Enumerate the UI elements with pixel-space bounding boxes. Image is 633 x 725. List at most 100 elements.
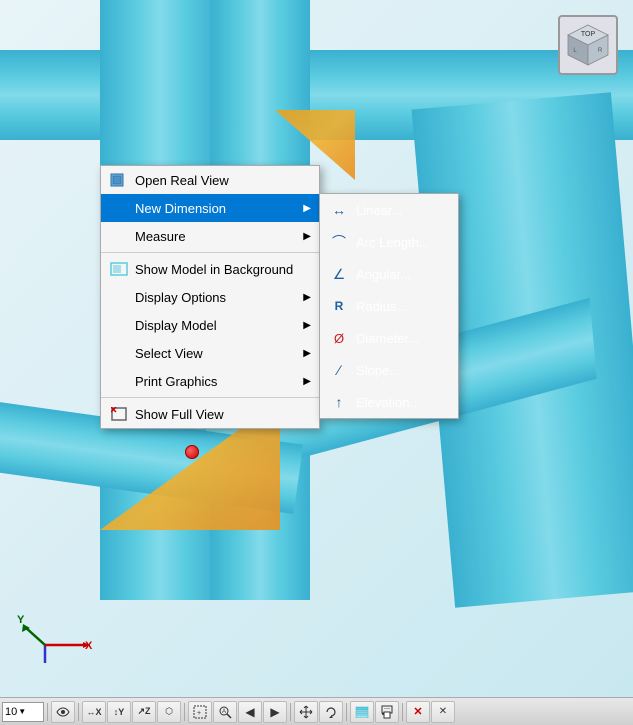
marker-1 (185, 445, 199, 459)
show-model-bg-icon (109, 259, 129, 279)
rotate-button[interactable] (319, 701, 343, 723)
zoom-next-button[interactable]: ▶ (263, 701, 287, 723)
context-menu: Open Real View New Dimension ▶ Linear...… (100, 165, 320, 429)
diameter-icon (328, 327, 350, 349)
zoom-box-icon: + (193, 705, 207, 719)
fit-z-icon: ↗Z (137, 706, 150, 717)
linear-icon (328, 199, 350, 221)
slope-label: Slope... (356, 363, 400, 378)
zoom-value: 10 (5, 706, 17, 718)
fit-y-button[interactable]: ↕Y (107, 701, 131, 723)
open-real-view-label: Open Real View (135, 173, 311, 188)
menu-item-measure[interactable]: Measure ▶ (101, 222, 319, 250)
print-graphics-icon (109, 371, 129, 391)
svg-text:+: + (197, 710, 201, 717)
sep-3 (184, 703, 185, 721)
new-dimension-label: New Dimension (135, 201, 295, 216)
display-model-icon (109, 315, 129, 335)
svg-text:A: A (222, 709, 226, 715)
menu-item-show-full-view[interactable]: Show Full View (101, 400, 319, 428)
close-y-icon: ✕ (439, 706, 447, 717)
angular-icon (328, 263, 350, 285)
linear-label: Linear... (356, 203, 402, 218)
zoom-all-icon: A (218, 705, 232, 719)
bottom-toolbar: 10 ▼ ↔X ↕Y ↗Z ⬡ + A ◀ (0, 697, 633, 725)
elevation-icon (328, 391, 350, 413)
zoom-prev-button[interactable]: ◀ (238, 701, 262, 723)
diameter-label: Diameter... (356, 331, 419, 346)
eye-icon (56, 707, 70, 717)
display-options-icon (109, 287, 129, 307)
eye-button[interactable] (51, 701, 75, 723)
orientation-cube[interactable]: TOP L R (558, 15, 618, 75)
menu-item-show-model-bg[interactable]: Show Model in Background (101, 255, 319, 283)
select-view-icon (109, 343, 129, 363)
zoom-box-button[interactable]: + (188, 701, 212, 723)
zoom-all-button[interactable]: A (213, 701, 237, 723)
new-dimension-icon (109, 198, 129, 218)
submenu-slope[interactable]: Slope... (320, 354, 458, 386)
radius-icon (328, 295, 350, 317)
submenu-linear[interactable]: Linear... (320, 194, 458, 226)
layer-icon (355, 706, 369, 718)
pan-button[interactable] (294, 701, 318, 723)
measure-label: Measure (135, 229, 295, 244)
elevation-label: Elevation... (356, 395, 420, 410)
svg-text:Z: Z (43, 664, 50, 665)
separator-1 (101, 252, 319, 253)
select-view-label: Select View (135, 346, 295, 361)
print-graphics-label: Print Graphics (135, 374, 295, 389)
open-real-view-icon (109, 170, 129, 190)
submenu-radius[interactable]: Radius... (320, 290, 458, 322)
display-model-label: Display Model (135, 318, 295, 333)
rotate-icon (324, 705, 338, 719)
print-button[interactable] (375, 701, 399, 723)
close-x-icon: ✕ (413, 705, 422, 718)
submenu-angular[interactable]: Angular... (320, 258, 458, 290)
axes-indicator: Z X Y (15, 585, 95, 665)
menu-item-new-dimension[interactable]: New Dimension ▶ Linear... Arc Length... … (101, 194, 319, 222)
angular-label: Angular... (356, 267, 411, 282)
display-options-label: Display Options (135, 290, 295, 305)
sep-2 (78, 703, 79, 721)
radius-label: Radius... (356, 299, 407, 314)
menu-item-select-view[interactable]: Select View ▶ (101, 339, 319, 367)
separator-2 (101, 397, 319, 398)
pan-icon (299, 705, 313, 719)
select-view-arrow: ▶ (303, 348, 311, 359)
svg-text:TOP: TOP (581, 31, 596, 38)
close-x-button[interactable]: ✕ (406, 701, 430, 723)
submenu-elevation[interactable]: Elevation... (320, 386, 458, 418)
submenu-diameter[interactable]: Diameter... (320, 322, 458, 354)
new-dimension-submenu: Linear... Arc Length... Angular... Radiu… (319, 193, 459, 419)
fit-iso-icon: ⬡ (165, 706, 173, 717)
display-options-arrow: ▶ (303, 292, 311, 303)
close-y-button[interactable]: ✕ (431, 701, 455, 723)
svg-text:X: X (85, 640, 93, 652)
slope-icon (328, 359, 350, 381)
fit-z-button[interactable]: ↗Z (132, 701, 156, 723)
print-graphics-arrow: ▶ (303, 376, 311, 387)
submenu-arc-length[interactable]: Arc Length... (320, 226, 458, 258)
fit-iso-button[interactable]: ⬡ (157, 701, 181, 723)
zoom-dropdown-icon[interactable]: ▼ (18, 707, 26, 716)
sep-6 (402, 703, 403, 721)
menu-item-display-model[interactable]: Display Model ▶ (101, 311, 319, 339)
fit-y-icon: ↕Y (114, 707, 125, 717)
arc-length-icon (328, 231, 350, 253)
fit-x-icon: ↔X (86, 707, 101, 717)
zoom-combo[interactable]: 10 ▼ (2, 702, 44, 722)
sep-5 (346, 703, 347, 721)
arc-length-label: Arc Length... (356, 235, 430, 250)
svg-text:R: R (598, 48, 603, 54)
menu-item-open-real-view[interactable]: Open Real View (101, 166, 319, 194)
menu-item-print-graphics[interactable]: Print Graphics ▶ (101, 367, 319, 395)
layer-button[interactable] (350, 701, 374, 723)
svg-text:Y: Y (17, 614, 25, 626)
print-icon (380, 705, 394, 719)
menu-item-display-options[interactable]: Display Options ▶ (101, 283, 319, 311)
measure-arrow: ▶ (303, 231, 311, 242)
new-dimension-arrow: ▶ (303, 203, 311, 214)
show-full-view-icon (109, 404, 129, 424)
fit-x-button[interactable]: ↔X (82, 701, 106, 723)
